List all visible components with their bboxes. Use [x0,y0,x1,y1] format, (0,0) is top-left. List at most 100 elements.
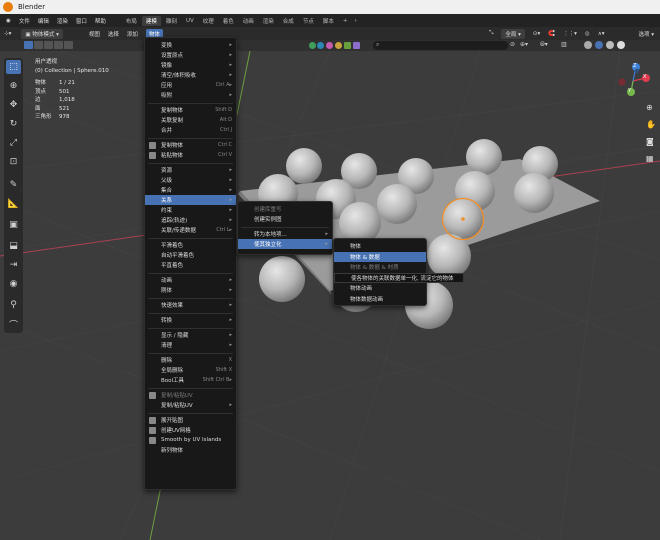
ortho-toggle-icon[interactable]: ▦ [646,154,654,163]
menu-item[interactable]: 吸附 ▸ [145,90,236,100]
menu-item[interactable]: 清理 ▸ [145,340,236,350]
collection-color-icon[interactable] [317,42,324,49]
extrude-tool-icon[interactable]: ⬓ [6,239,21,253]
menu-item[interactable]: 物体 & 数据 [334,251,426,262]
shading-material-icon[interactable] [606,41,614,49]
light-filter-icon[interactable] [353,42,360,49]
viewport-search-input[interactable]: ⌕ [373,41,508,50]
menu-item[interactable]: 刚体 ▸ [145,285,236,295]
menu-item[interactable]: 镜像 ▸ [145,60,236,70]
material-color-icon[interactable] [326,42,333,49]
shading-solid-icon[interactable] [595,41,603,49]
menu-item[interactable]: 物体 [334,241,426,251]
pan-hand-icon[interactable]: ✋ [646,120,656,129]
camera-view-icon[interactable]: ◙ [646,137,654,146]
select-mode-invert-icon[interactable] [54,41,63,49]
tab-rendering[interactable]: 渲染 [259,16,278,26]
shading-rendered-icon[interactable] [617,41,625,49]
menu-render[interactable]: 渲染 [57,17,68,25]
move-tool-icon[interactable]: ✥ [6,98,21,112]
menu-item[interactable]: 平直着色 [145,260,236,270]
inset-tool-icon[interactable]: ⇥ [6,258,21,272]
select-box-tool-icon[interactable]: ⬚ [6,60,21,74]
menu-item[interactable]: 复制/粘贴UV ▸ [145,400,236,410]
select-mode-intersect-icon[interactable] [64,41,73,49]
camera-filter-icon[interactable] [344,42,351,49]
menu-item[interactable]: 转换 ▸ [145,315,236,325]
menu-item[interactable]: 父级 ▸ [145,175,236,185]
transform-orientation-dropdown[interactable]: 全局 ▾ [501,28,525,39]
menu-item[interactable]: 动画 ▸ [145,275,236,285]
spin-tool-icon[interactable]: ◉ [6,277,21,291]
menu-item[interactable]: 全局删除 Shift X [145,365,236,375]
add-cube-tool-icon[interactable]: ▣ [6,218,21,232]
falloff-icon[interactable]: ∧▾ [598,31,605,37]
gizmo-toggle-icon[interactable]: ⊕▾ [520,41,528,48]
snap-icon[interactable]: 🧲 [548,31,555,37]
menu-item[interactable]: 创建实例图 [238,214,332,224]
texture-color-icon[interactable] [335,42,342,49]
menu-item[interactable]: 创建UV网格 [145,425,236,435]
menu-item[interactable]: 设置原点 ▸ [145,50,236,60]
menu-item[interactable]: 集合 ▸ [145,185,236,195]
menu-file[interactable]: 文件 [19,17,30,25]
menu-item[interactable]: 使其独立化 ▸ [238,239,332,249]
select-mode-subtract-icon[interactable] [44,41,53,49]
scale-tool-icon[interactable]: ⤢ [6,136,21,150]
shading-wireframe-icon[interactable] [584,41,592,49]
menu-select[interactable]: 选择 [108,30,119,38]
add-workspace-button[interactable]: + [339,17,352,25]
tab-layout[interactable]: 布局 [122,16,141,26]
menu-view[interactable]: 视图 [89,30,100,38]
menu-item[interactable]: 删除 X [145,355,236,365]
menu-item[interactable]: 复制物体 Shift D [145,105,236,115]
shrink-fatten-tool-icon[interactable]: ⚲ [6,298,21,312]
options-dropdown[interactable]: 选项 ▾ [638,30,654,38]
annotate-tool-icon[interactable]: ✎ [6,178,21,192]
tab-scripting[interactable]: 脚本 [319,16,338,26]
rip-tool-icon[interactable]: ⌒ [6,317,21,331]
menu-item[interactable]: 平滑着色 [145,240,236,250]
cursor-tool-icon[interactable]: ⊕ [6,79,21,93]
menu-item[interactable]: 显示 / 隐藏 ▸ [145,330,236,340]
menu-item[interactable]: 新列物体 [145,445,236,455]
tab-texture[interactable]: 纹理 [199,16,218,26]
3d-viewport[interactable]: X Y Z ⊕ ✋ ◙ ▦ [0,51,660,540]
rotate-tool-icon[interactable]: ↻ [6,117,21,131]
select-mode-extend-icon[interactable] [34,41,43,49]
menu-item[interactable]: 资源 ▸ [145,165,236,175]
menu-item[interactable]: 关系 ▸ [145,195,236,205]
menu-add[interactable]: 添加 [127,30,138,38]
editor-type-icon[interactable]: ⊹▾ [4,31,11,37]
menu-item[interactable]: 物体数据动画 [334,294,426,304]
menu-item[interactable]: 合并 Ctrl J [145,125,236,135]
tab-uv[interactable]: UV [182,17,198,25]
pivot-icon[interactable]: ⊙▾ [533,31,540,37]
menu-item[interactable]: 约束 ▸ [145,205,236,215]
menu-help[interactable]: 帮助 [95,17,106,25]
transform-tool-icon[interactable]: ⊡ [6,155,21,169]
tab-modeling[interactable]: 建模 [141,15,161,26]
measure-tool-icon[interactable]: 📐 [6,197,21,211]
navigation-gizmo[interactable]: X Y Z [612,59,656,103]
menu-item[interactable]: 复制物体 Ctrl C [145,140,236,150]
menu-item[interactable]: 物体动画 [334,283,426,293]
blender-menu-icon[interactable]: ◉ [6,18,11,24]
menu-item[interactable]: 变换 ▸ [145,40,236,50]
menu-item[interactable]: 自动平滑着色 [145,250,236,260]
menu-item[interactable]: Bool工具 Shift Ctrl B▸ [145,375,236,385]
select-mode-new-icon[interactable] [24,41,33,49]
menu-item[interactable]: 关联/传递数据 Ctrl L▸ [145,225,236,235]
chevron-right-icon[interactable]: › [354,18,356,24]
mode-dropdown[interactable]: ▣ 物体模式 ▾ [21,28,63,39]
tab-compositing[interactable]: 合成 [279,16,298,26]
menu-window[interactable]: 窗口 [76,17,87,25]
tab-shading[interactable]: 着色 [219,16,238,26]
menu-item[interactable]: 追踪(轨迹) ▸ [145,215,236,225]
menu-item[interactable]: 关联复制 Alt D [145,115,236,125]
view-filter-icon[interactable]: ⊘ [510,41,515,48]
menu-edit[interactable]: 编辑 [38,17,49,25]
visibility-icon[interactable] [309,42,316,49]
overlay-toggle-icon[interactable]: ⦾▾ [540,41,548,49]
menu-item[interactable]: 应用 Ctrl A▸ [145,80,236,90]
